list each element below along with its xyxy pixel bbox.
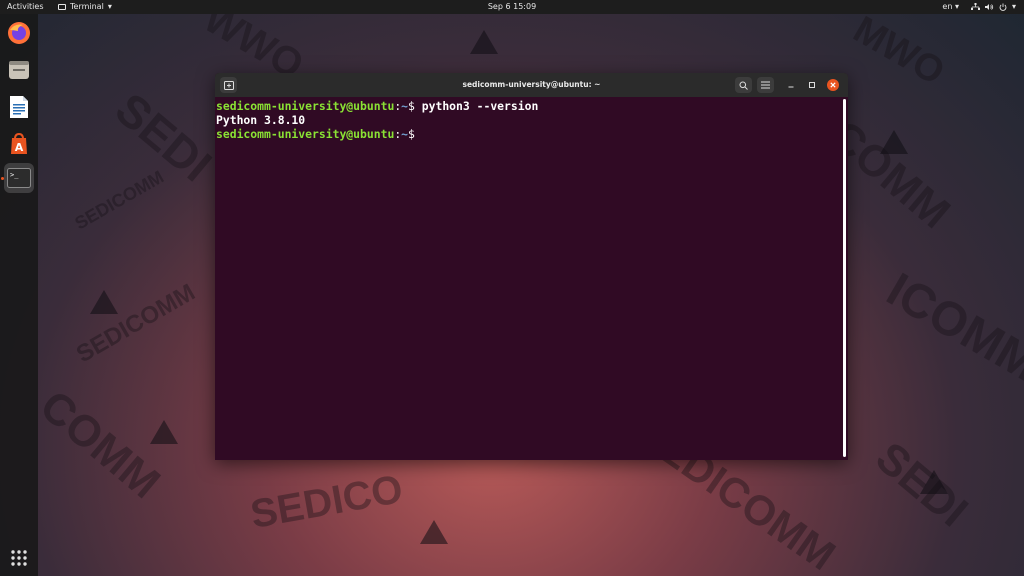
prompt-path: ~: [401, 99, 409, 113]
system-tray: en ▾ ▾: [942, 0, 1016, 14]
dock: A >_: [0, 14, 38, 576]
menu-button[interactable]: [757, 77, 774, 93]
prompt-symbol: $: [408, 127, 422, 141]
power-icon: [999, 3, 1007, 11]
chevron-down-icon: ▾: [954, 2, 959, 11]
terminal-window[interactable]: sedicomm-university@ubuntu: ~ sedicomm-u…: [215, 73, 848, 460]
terminal-icon: >_: [7, 168, 31, 188]
wallpaper-triangle: [90, 290, 118, 314]
window-titlebar[interactable]: sedicomm-university@ubuntu: ~: [215, 73, 848, 97]
minimize-icon: [788, 86, 794, 88]
wallpaper-triangle: [470, 30, 498, 54]
close-icon: [830, 82, 836, 88]
wallpaper-text: ICOMM: [877, 263, 1024, 392]
wallpaper-triangle: [880, 130, 908, 154]
libreoffice-writer-icon: [10, 96, 28, 118]
dock-item-software[interactable]: A: [5, 130, 33, 158]
wallpaper-triangle: [150, 420, 178, 444]
search-button[interactable]: [735, 77, 752, 93]
svg-text:>_: >_: [10, 171, 19, 179]
dock-item-writer[interactable]: [5, 93, 33, 121]
wallpaper-triangle: [920, 470, 948, 494]
maximize-button[interactable]: [806, 79, 818, 91]
clock[interactable]: Sep 6 15:09: [0, 0, 1024, 14]
scrollbar[interactable]: [843, 99, 846, 457]
keyboard-layout-menu[interactable]: en ▾: [942, 0, 959, 14]
dock-item-files[interactable]: [5, 56, 33, 84]
dock-item-terminal[interactable]: >_: [4, 163, 34, 193]
wallpaper-text: SEDICOMM: [71, 166, 168, 234]
terminal-line: sedicomm-university@ubuntu:~$ python3 --…: [216, 99, 841, 113]
prompt-path: ~: [401, 127, 409, 141]
wallpaper-text: MWO: [846, 8, 952, 94]
wallpaper-triangle: [420, 520, 448, 544]
firefox-icon: [8, 22, 30, 44]
wallpaper-text: SEDICO: [247, 467, 406, 537]
terminal-output-line: Python 3.8.10: [216, 113, 306, 127]
prompt-symbol: $: [408, 99, 422, 113]
maximize-icon: [809, 82, 815, 88]
show-applications-icon: [11, 550, 27, 566]
search-icon: [739, 81, 748, 90]
prompt-user-host: sedicomm-university@ubuntu: [216, 99, 395, 113]
window-title: sedicomm-university@ubuntu: ~: [462, 80, 601, 89]
command-text: python3 --version: [421, 99, 539, 113]
show-applications-button[interactable]: [5, 544, 33, 572]
wallpaper-text: SEDI: [105, 82, 222, 192]
keyboard-layout-label: en: [942, 2, 953, 11]
close-button[interactable]: [827, 79, 839, 91]
files-icon: [9, 61, 29, 79]
top-bar: Activities Terminal ▾ Sep 6 15:09 en ▾ ▾: [0, 0, 1024, 14]
wallpaper-text: COMM: [30, 381, 170, 509]
system-menu[interactable]: ▾: [970, 0, 1016, 14]
terminal-output[interactable]: sedicomm-university@ubuntu:~$ python3 --…: [215, 97, 842, 460]
volume-icon: [984, 4, 994, 10]
svg-text:A: A: [15, 141, 24, 154]
network-icon: [970, 3, 980, 10]
minimize-button[interactable]: [785, 79, 797, 91]
hamburger-menu-icon: [761, 81, 770, 89]
software-center-icon: A: [11, 132, 27, 154]
chevron-down-icon: ▾: [1011, 2, 1016, 11]
prompt-user-host: sedicomm-university@ubuntu: [216, 127, 395, 141]
terminal-line: sedicomm-university@ubuntu:~$: [216, 127, 841, 141]
dock-item-firefox[interactable]: [5, 19, 33, 47]
